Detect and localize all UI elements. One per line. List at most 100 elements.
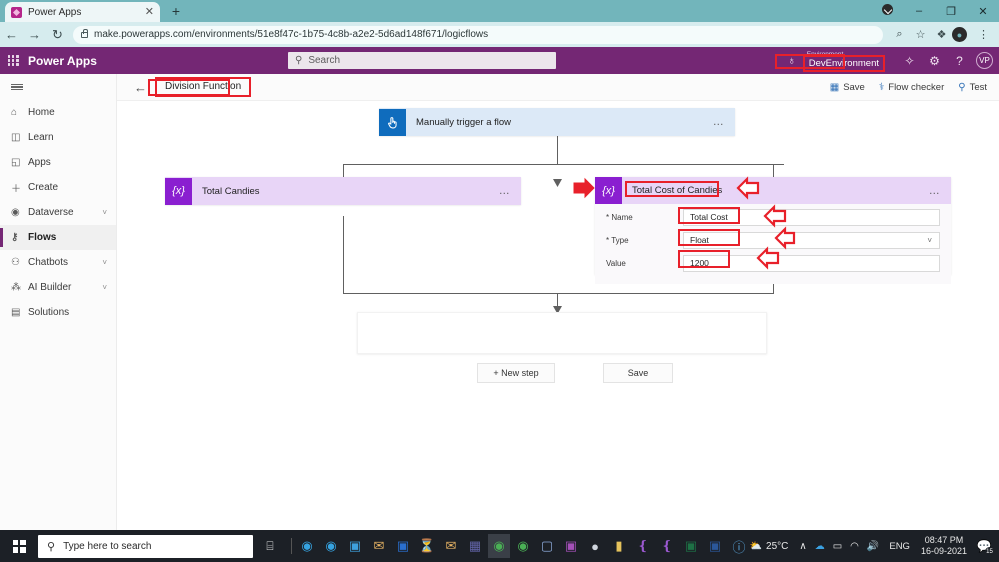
global-search-input[interactable]: ⚲ Search [288, 52, 556, 69]
gear-icon[interactable]: ⚙ [922, 54, 947, 68]
flow-checker-button[interactable]: ⚕ Flow checker [879, 82, 944, 93]
taskbar-teams-icon[interactable]: ▦ [464, 534, 486, 558]
taskbar-word-icon[interactable]: ▣ [704, 534, 726, 558]
browser-tab[interactable]: Power Apps ✕ [5, 2, 160, 22]
plus-icon: ＋ [11, 184, 21, 195]
trigger-card[interactable]: Manually trigger a flow … [379, 108, 735, 136]
onedrive-cloud-icon[interactable]: ☁ [811, 541, 829, 552]
browser-profile-indicator[interactable] [871, 4, 903, 18]
back-arrow-icon[interactable]: ← [134, 80, 147, 95]
name-input[interactable]: Total Cost [683, 208, 940, 226]
sidebar-item-label: Flows [28, 232, 57, 243]
forward-icon[interactable]: → [23, 27, 46, 42]
zoom-icon[interactable]: ⌕ [889, 28, 910, 41]
sidebar-item-chatbots[interactable]: ⚇ Chatbots ˅ [0, 250, 116, 275]
reload-icon[interactable]: ↻ [46, 27, 69, 43]
back-icon[interactable]: ← [0, 27, 23, 42]
notification-bell-icon[interactable]: ✧ [897, 54, 922, 68]
chevron-down-icon[interactable]: ˅ [102, 283, 107, 292]
save-icon: ▦ [829, 81, 840, 93]
taskbar-mail-icon[interactable]: ✉ [368, 534, 390, 558]
taskbar-onenote-icon[interactable]: ▢ [536, 534, 558, 558]
windows-start-icon[interactable] [0, 539, 38, 553]
taskbar-chrome-icon-2[interactable]: ◉ [512, 534, 534, 558]
new-step-button[interactable]: + New step [477, 363, 555, 383]
taskbar-app-icons: ◉ ◉ ▣ ✉ ▣ ⏳ ✉ ▦ ◉ ◉ ▢ ▣ ● ▮ ❴ ❴ ▣ ▣ ⓘ [296, 534, 750, 558]
close-icon[interactable]: ✕ [145, 6, 154, 18]
browser-nav-bar: ← → ↻ make.powerapps.com/environments/51… [0, 22, 999, 47]
ai-builder-icon: ⁂ [11, 282, 21, 293]
taskbar-chrome-icon[interactable]: ◉ [488, 534, 510, 558]
taskbar-vscode-icon-2[interactable]: ❴ [656, 534, 678, 558]
variable-card-menu-icon[interactable]: … [929, 185, 951, 197]
sidebar-item-flows[interactable]: ⚷ Flows [0, 225, 116, 250]
sidebar-item-dataverse[interactable]: ◉ Dataverse ˅ [0, 200, 116, 225]
browser-menu-icon[interactable]: ⋮ [973, 28, 994, 41]
language-indicator[interactable]: ENG [883, 541, 916, 552]
taskbar-search-input[interactable]: ⚲ Type here to search [38, 534, 253, 558]
taskbar-vscode-icon[interactable]: ❴ [632, 534, 654, 558]
close-window-button[interactable]: ✕ [967, 5, 999, 18]
waffle-icon[interactable] [0, 55, 26, 66]
type-dropdown[interactable]: Float ˅ [683, 231, 940, 249]
notification-center-icon[interactable]: 💬 15 [975, 537, 994, 556]
environment-selector[interactable]: Environment DevEnvironment [802, 50, 885, 72]
minimize-button[interactable]: – [903, 5, 935, 17]
chevron-down-icon[interactable]: ˅ [927, 236, 932, 245]
sidebar-item-home[interactable]: ⌂ Home [0, 100, 116, 125]
new-tab-button[interactable]: + [168, 4, 184, 20]
taskbar-excel-icon[interactable]: ▣ [680, 534, 702, 558]
bookmark-star-icon[interactable]: ☆ [910, 28, 931, 41]
taskbar-outlook-icon[interactable]: ▣ [392, 534, 414, 558]
taskbar-mail-icon-2[interactable]: ✉ [440, 534, 462, 558]
book-icon: ◫ [11, 132, 21, 143]
field-row-type: * Type Float ˅ [595, 231, 951, 249]
sidebar-item-solutions[interactable]: ▤ Solutions [0, 300, 116, 325]
volume-icon[interactable]: 🔊 [863, 541, 883, 552]
empty-action-card[interactable] [357, 312, 767, 354]
powerapps-brand[interactable]: Power Apps [28, 54, 97, 68]
battery-icon[interactable]: ▭ [829, 541, 846, 552]
chevron-down-icon[interactable]: ˅ [102, 258, 107, 267]
profile-avatar-icon[interactable]: ● [952, 27, 973, 42]
sidebar-item-ai-builder[interactable]: ⁂ AI Builder ˅ [0, 275, 116, 300]
sidebar-item-create[interactable]: ＋ Create [0, 175, 116, 200]
taskbar-folder-icon[interactable]: ▮ [608, 534, 630, 558]
variable-card-menu-icon[interactable]: … [499, 185, 521, 197]
value-field-label: Value [606, 258, 626, 268]
value-input[interactable]: 1200 [683, 254, 940, 272]
taskbar-edge-icon-2[interactable]: ◉ [320, 534, 342, 558]
hamburger-icon[interactable] [0, 74, 116, 100]
extensions-puzzle-icon[interactable]: ❖ [931, 28, 952, 41]
weather-icon[interactable]: ⛅ [746, 541, 766, 552]
flow-canvas[interactable]: Manually trigger a flow … {x} Total Cand… [117, 101, 999, 530]
chevron-down-icon[interactable]: ˅ [102, 208, 107, 217]
wifi-icon[interactable]: ◠ [846, 541, 863, 552]
save-button[interactable]: ▦ Save [830, 82, 865, 93]
save-flow-button[interactable]: Save [603, 363, 673, 383]
taskbar-people-icon[interactable]: ▣ [344, 534, 366, 558]
clock[interactable]: 08:47 PM 16-09-2021 [916, 535, 972, 557]
chevron-up-icon[interactable]: ∧ [795, 541, 810, 552]
flows-icon: ⚷ [11, 232, 19, 243]
taskbar-onenote-purple-icon[interactable]: ▣ [560, 534, 582, 558]
trigger-menu-icon[interactable]: … [713, 116, 735, 128]
address-bar[interactable]: make.powerapps.com/environments/51e8f47c… [73, 25, 883, 44]
field-row-value: Value 1200 [595, 254, 951, 272]
maximize-button[interactable]: ❐ [935, 5, 967, 18]
sidebar-item-apps[interactable]: ◱ Apps [0, 150, 116, 175]
task-view-icon[interactable]: ⌸ [253, 539, 287, 554]
test-button[interactable]: ⚲ Test [958, 82, 987, 93]
taskbar-edge-icon[interactable]: ◉ [296, 534, 318, 558]
variable-card-total-candies[interactable]: {x} Total Candies … [165, 177, 521, 205]
sidebar-item-label: Solutions [28, 307, 70, 318]
variable-card-header[interactable]: {x} Total Cost of Candies … [595, 177, 951, 204]
name-input-value: Total Cost [690, 212, 728, 222]
taskbar-game-icon[interactable]: ● [584, 534, 606, 558]
avatar[interactable]: VP [976, 52, 993, 69]
variable-card-total-cost-of-candies[interactable]: {x} Total Cost of Candies … * Name Total… [595, 177, 951, 284]
help-icon[interactable]: ? [947, 54, 972, 68]
sidebar-item-learn[interactable]: ◫ Learn [0, 125, 116, 150]
taskbar-alarm-icon[interactable]: ⏳ [416, 534, 438, 558]
trigger-title: Manually trigger a flow [416, 116, 512, 128]
